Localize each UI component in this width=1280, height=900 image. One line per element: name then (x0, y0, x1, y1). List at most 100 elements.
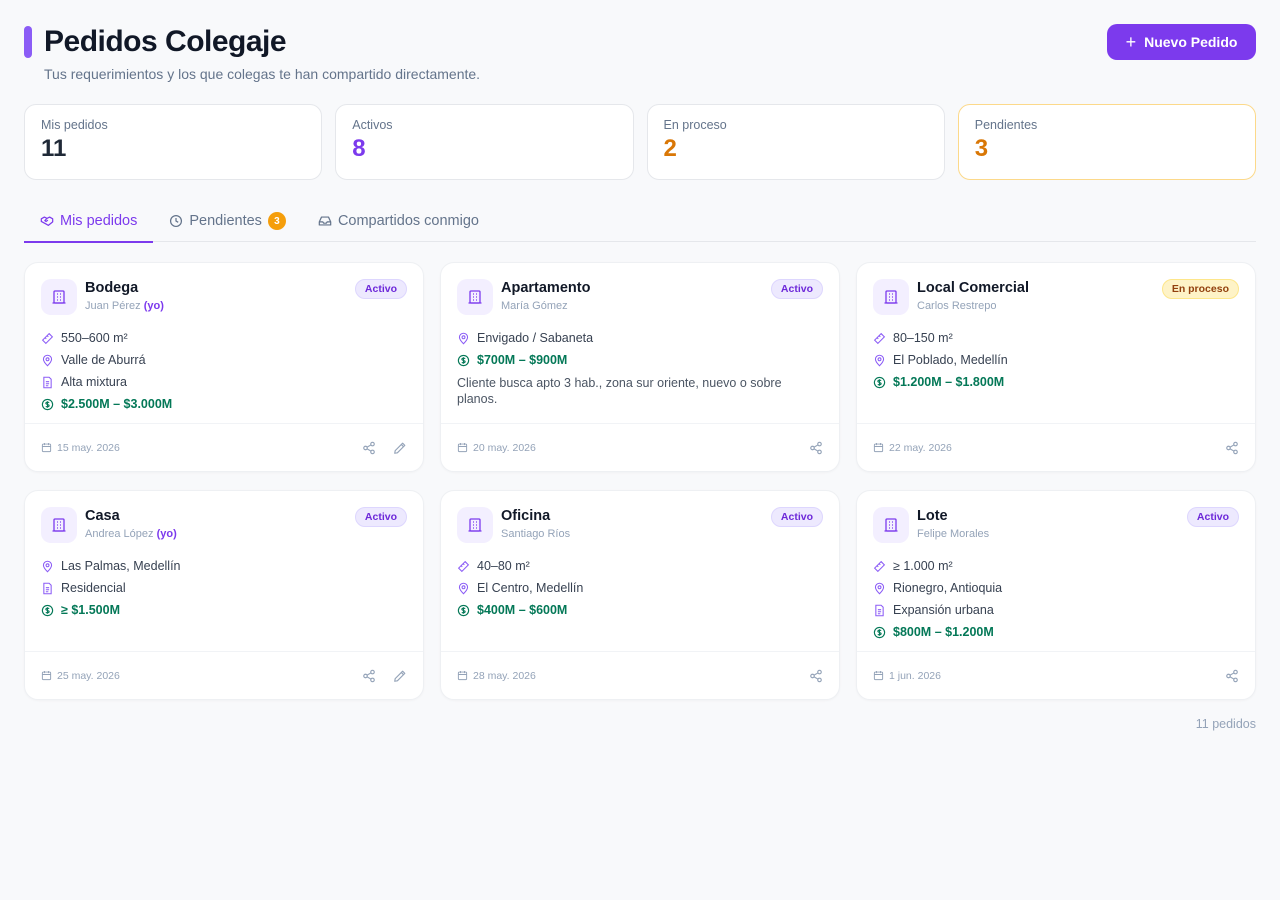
order-card[interactable]: Local Comercial Carlos Restrepo En proce… (856, 262, 1256, 472)
tab-label: Mis pedidos (60, 213, 138, 229)
price-line: $800M – $1.200M (873, 621, 1239, 643)
card-owner: Andrea López (yo) (85, 528, 177, 540)
card-owner: Felipe Morales (917, 528, 990, 540)
card-title: Bodega (85, 280, 139, 296)
card-date: 20 may. 2026 (457, 442, 808, 454)
page-header: Pedidos Colegaje Tus requerimientos y lo… (24, 24, 1256, 84)
stat-label: En proceso (663, 118, 727, 132)
location-line: Envigado / Sabaneta (457, 327, 823, 349)
plus-icon: + (1125, 32, 1137, 52)
calendar-icon (873, 671, 884, 681)
order-card[interactable]: Oficina Santiago Ríos Activo 40–80 m² El… (440, 490, 840, 700)
dollar-circle-icon (873, 626, 886, 638)
tab-pending[interactable]: Pendientes 3 (153, 200, 302, 242)
usage-line: Alta mixtura (41, 371, 407, 393)
map-pin-icon (42, 354, 53, 367)
area-line: 550–600 m² (41, 327, 407, 349)
price-line: $700M – $900M (457, 349, 823, 371)
location-line: El Centro, Medellín (457, 577, 823, 599)
status-badge: Activo (354, 279, 407, 299)
building-icon (41, 507, 77, 543)
stats-row: Mis pedidos 11 Activos 8 En proceso 2 Pe… (24, 104, 1256, 180)
card-owner: María Gómez (501, 300, 568, 312)
card-owner: Santiago Ríos (501, 528, 571, 540)
ruler-icon (41, 332, 54, 344)
stat-pending[interactable]: Pendientes 3 (957, 104, 1256, 180)
share-icon[interactable] (1224, 440, 1239, 455)
edit-icon[interactable] (392, 668, 407, 683)
ruler-icon (873, 560, 886, 572)
orders-grid: Bodega Juan Pérez (yo) Activo 550–600 m²… (24, 262, 1256, 700)
share-icon[interactable] (361, 668, 376, 683)
card-date: 22 may. 2026 (873, 442, 1224, 454)
dollar-circle-icon (873, 376, 886, 388)
map-pin-icon (42, 560, 53, 573)
owner-me-tag: (yo) (143, 300, 164, 312)
status-badge: En proceso (1161, 279, 1239, 299)
card-title: Apartamento (501, 280, 591, 296)
card-note: Cliente busca apto 3 hab., zona sur orie… (457, 376, 782, 406)
card-owner: Juan Pérez (yo) (85, 300, 164, 312)
stat-value: 8 (352, 135, 366, 162)
price-line: ≥ $1.500M (41, 599, 407, 621)
ruler-icon (457, 560, 470, 572)
order-card[interactable]: Apartamento María Gómez Activo Envigado … (440, 262, 840, 472)
calendar-icon (41, 671, 52, 681)
orders-total-count: 11 pedidos (1195, 717, 1256, 731)
share-icon[interactable] (808, 440, 823, 455)
document-icon (43, 582, 52, 594)
status-badge: Activo (1186, 507, 1239, 527)
card-title: Casa (85, 508, 120, 524)
card-title: Lote (917, 508, 948, 524)
order-card[interactable]: Lote Felipe Morales Activo ≥ 1.000 m² Ri… (856, 490, 1256, 700)
clock-icon (170, 214, 183, 228)
calendar-icon (457, 443, 468, 453)
owner-me-tag: (yo) (156, 528, 177, 540)
building-icon (457, 279, 493, 315)
location-line: El Poblado, Medellín (873, 349, 1239, 371)
order-card[interactable]: Bodega Juan Pérez (yo) Activo 550–600 m²… (24, 262, 424, 472)
area-line: 80–150 m² (873, 327, 1239, 349)
tab-my-orders[interactable]: Mis pedidos (24, 200, 154, 243)
price-line: $400M – $600M (457, 599, 823, 621)
share-icon[interactable] (361, 440, 376, 455)
card-title: Oficina (501, 508, 551, 524)
dollar-circle-icon (457, 354, 470, 366)
stat-label: Pendientes (974, 118, 1038, 132)
location-line: Las Palmas, Medellín (41, 555, 407, 577)
share-icon[interactable] (1224, 668, 1239, 683)
card-date: 25 may. 2026 (41, 670, 361, 682)
pending-count-badge: 3 (267, 212, 286, 230)
map-pin-icon (874, 582, 885, 595)
stat-value: 11 (41, 135, 67, 162)
usage-line: Expansión urbana (873, 599, 1239, 621)
stat-label: Activos (352, 118, 393, 132)
stat-active: Activos 8 (335, 104, 634, 180)
tab-label: Compartidos conmigo (337, 213, 479, 229)
share-icon[interactable] (808, 668, 823, 683)
card-owner: Carlos Restrepo (917, 300, 997, 312)
ruler-icon (873, 332, 886, 344)
tab-shared-with-me[interactable]: Compartidos conmigo (302, 200, 495, 242)
stat-in-process: En proceso 2 (646, 104, 945, 180)
new-order-button[interactable]: + Nuevo Pedido (1107, 24, 1256, 60)
order-card[interactable]: Casa Andrea López (yo) Activo Las Palmas… (24, 490, 424, 700)
price-line: $2.500M – $3.000M (41, 393, 407, 415)
status-badge: Activo (770, 279, 823, 299)
calendar-icon (457, 671, 468, 681)
handshake-icon (40, 216, 54, 226)
stat-value: 3 (974, 135, 989, 162)
map-pin-icon (458, 582, 469, 595)
inbox-icon (318, 216, 332, 226)
status-badge: Activo (354, 507, 407, 527)
tab-label: Pendientes (189, 213, 262, 229)
title-accent-bar (24, 26, 32, 58)
building-icon (873, 279, 909, 315)
location-line: Valle de Aburrá (41, 349, 407, 371)
area-line: 40–80 m² (457, 555, 823, 577)
dollar-circle-icon (41, 398, 54, 410)
card-title: Local Comercial (917, 280, 1030, 296)
edit-icon[interactable] (392, 440, 407, 455)
dollar-circle-icon (41, 604, 54, 616)
document-icon (875, 604, 884, 616)
